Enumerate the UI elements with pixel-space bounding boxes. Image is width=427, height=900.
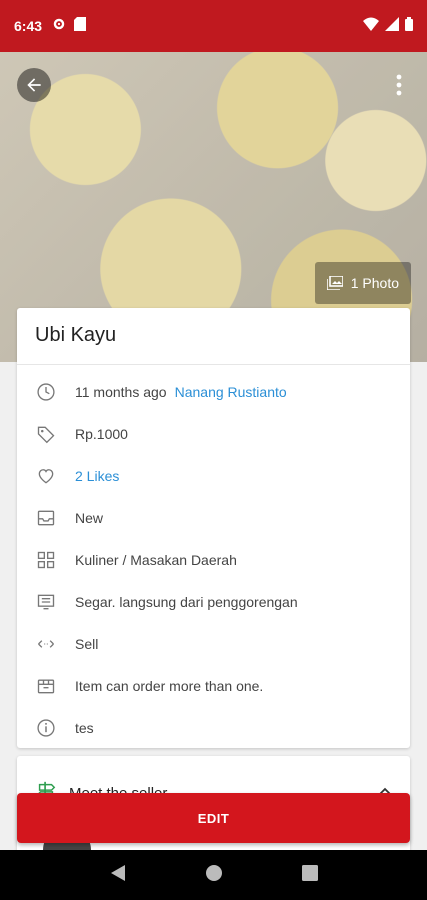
system-nav-bar xyxy=(0,850,427,900)
seller-name-link[interactable]: Nanang Rustianto xyxy=(175,384,287,400)
arrow-back-icon xyxy=(27,78,41,92)
settings-icon xyxy=(52,17,66,36)
posted-ago: 11 months ago xyxy=(75,384,167,400)
likes-link[interactable]: 2 Likes xyxy=(75,468,119,484)
price: Rp.1000 xyxy=(75,426,128,442)
condition: New xyxy=(75,510,104,526)
product-detail-card: Ubi Kayu 11 months ago Nanang Rustianto R… xyxy=(17,308,410,748)
listing-type: Sell xyxy=(75,636,99,652)
description: Segar. langsung dari penggorengan xyxy=(75,594,298,610)
price-tag-icon xyxy=(35,423,57,445)
info-icon xyxy=(35,717,57,739)
category-grid-icon xyxy=(35,549,57,571)
photo-count-label: 1 Photo xyxy=(350,275,399,291)
status-time: 6:43 xyxy=(14,18,43,34)
edit-button[interactable]: EDIT xyxy=(17,793,410,843)
signal-icon xyxy=(385,16,399,36)
wifi-icon xyxy=(363,17,379,36)
photos-icon xyxy=(326,276,343,290)
product-title: Ubi Kayu xyxy=(35,324,117,346)
nav-home-icon[interactable] xyxy=(205,864,223,887)
category: Kuliner / Masakan Daerah xyxy=(75,552,237,568)
description-icon xyxy=(35,591,57,613)
more-vertical-icon xyxy=(396,74,402,96)
swap-arrows-icon xyxy=(35,633,57,655)
clock-icon xyxy=(35,381,57,403)
info-row-price: Rp.1000 xyxy=(17,413,410,455)
inbox-icon xyxy=(35,507,57,529)
back-button[interactable] xyxy=(17,68,51,102)
more-options-button[interactable] xyxy=(387,68,411,102)
nav-recents-icon[interactable] xyxy=(301,864,318,886)
store-icon xyxy=(35,675,57,697)
info-row-type: Sell xyxy=(17,623,410,665)
status-bar: 6:43 xyxy=(0,0,427,52)
nav-back-icon[interactable] xyxy=(110,864,126,887)
info-row-condition: New xyxy=(17,497,410,539)
info-row-category: Kuliner / Masakan Daerah xyxy=(17,539,410,581)
sd-card-icon xyxy=(74,16,87,36)
battery-icon xyxy=(405,16,413,36)
product-info-list: 11 months ago Nanang Rustianto Rp.1000 2 … xyxy=(17,365,410,749)
info-row-extra: tes xyxy=(17,707,410,749)
info-row-likes[interactable]: 2 Likes xyxy=(17,455,410,497)
extra-info: tes xyxy=(75,720,94,736)
info-row-posted: 11 months ago Nanang Rustianto xyxy=(17,371,410,413)
heart-icon[interactable] xyxy=(35,465,57,487)
order-note: Item can order more than one. xyxy=(75,678,264,694)
photo-count-badge[interactable]: 1 Photo xyxy=(314,262,411,304)
info-row-order-note: Item can order more than one. xyxy=(17,665,410,707)
info-row-description: Segar. langsung dari penggorengan xyxy=(17,581,410,623)
